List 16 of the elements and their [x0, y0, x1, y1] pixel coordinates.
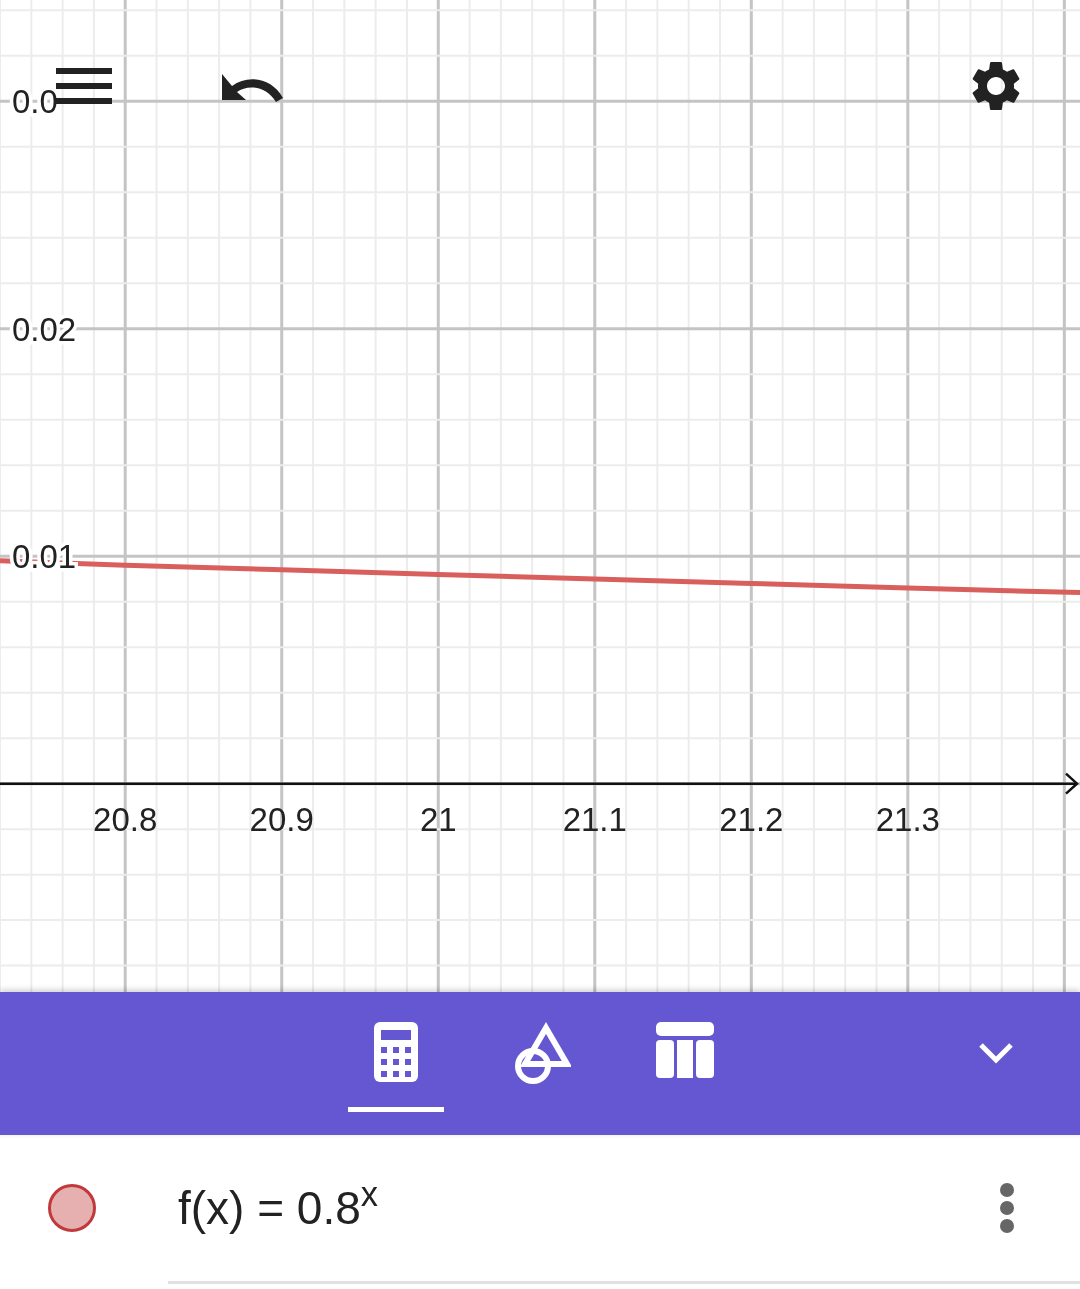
more-options-icon[interactable]	[1000, 1183, 1014, 1233]
tick-label: 21.1	[562, 800, 627, 838]
menu-icon[interactable]	[56, 66, 112, 106]
tick-label: 0.0	[12, 83, 58, 121]
tick-label: 21	[419, 800, 457, 838]
formula-text[interactable]: f(x) = 0.8$^{x}$	[178, 1173, 379, 1243]
table-icon	[656, 1022, 714, 1078]
undo-icon[interactable]	[220, 72, 284, 104]
collapse-icon[interactable]	[978, 1042, 1014, 1064]
tick-label: 21.2	[719, 800, 784, 838]
tick-label: 0.02	[12, 310, 77, 348]
tick-label: 21.3	[875, 800, 940, 838]
tick-label: 20.9	[249, 800, 314, 838]
view-tab[interactable]	[348, 1022, 444, 1112]
calculator-icon	[374, 1022, 418, 1082]
tick-label: 20.8	[93, 800, 158, 838]
